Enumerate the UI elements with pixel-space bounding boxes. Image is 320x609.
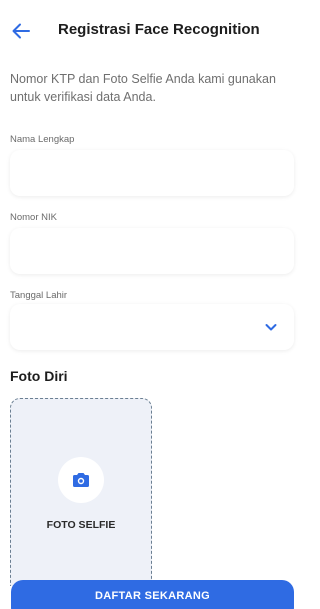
birth-date-label: Tanggal Lahir — [10, 290, 68, 301]
intro-text: Nomor KTP dan Foto Selfie Anda kami guna… — [10, 72, 276, 104]
full-name-label: Nama Lengkap — [10, 134, 75, 145]
arrow-left-icon — [12, 23, 30, 39]
app-header: Registrasi Face Recognition — [0, 12, 304, 50]
registration-page: Registrasi Face Recognition Nomor KTP da… — [0, 0, 304, 609]
register-now-button[interactable]: DAFTAR SEKARANG — [11, 580, 294, 609]
birth-date-select[interactable] — [10, 304, 294, 350]
chevron-down-icon — [265, 324, 277, 331]
register-now-label: DAFTAR SEKARANG — [95, 590, 210, 602]
selfie-label: FOTO SELFIE — [46, 519, 116, 531]
selfie-upload-area[interactable]: FOTO SELFIE — [10, 398, 152, 586]
full-name-input[interactable] — [20, 150, 264, 198]
back-button[interactable] — [8, 18, 34, 44]
nik-label: Nomor NIK — [10, 212, 57, 223]
nik-field — [10, 228, 294, 276]
photo-section-title: Foto Diri — [10, 368, 68, 384]
full-name-field — [10, 150, 294, 198]
camera-icon — [73, 473, 89, 487]
nik-input[interactable] — [20, 228, 264, 276]
camera-button[interactable] — [58, 457, 104, 503]
page-title: Registrasi Face Recognition — [58, 21, 260, 38]
